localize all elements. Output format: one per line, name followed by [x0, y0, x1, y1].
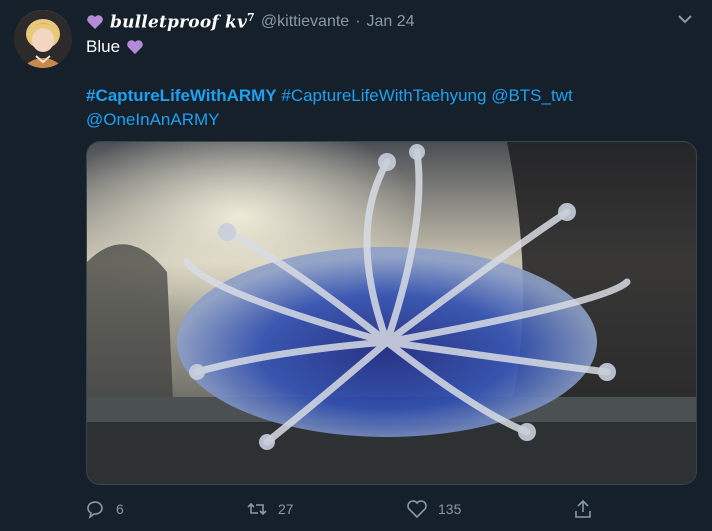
like-count: 135	[438, 501, 462, 517]
reply-icon	[87, 501, 103, 519]
separator-dot: ·	[355, 13, 361, 30]
heart-icon	[407, 500, 427, 519]
tweet-actions: 6 27 135	[84, 497, 604, 521]
chevron-down-icon[interactable]	[676, 12, 694, 26]
mention-link[interactable]: @OneInAnARMY	[86, 110, 219, 129]
display-name[interactable]: bulletproof kv7	[110, 11, 255, 33]
reply-count: 6	[116, 501, 124, 517]
tweet[interactable]: bulletproof kv7 @kittievante · Jan 24 Bl…	[0, 0, 712, 531]
share-button[interactable]	[572, 498, 594, 520]
user-handle[interactable]: @kittievante	[261, 13, 349, 31]
retweet-button[interactable]: 27	[246, 498, 294, 520]
retweet-count: 27	[278, 501, 294, 517]
retweet-icon	[247, 502, 267, 516]
mention-link[interactable]: @BTS_twt	[491, 86, 573, 105]
name-superscript: 7	[247, 11, 255, 25]
hashtag-link[interactable]: #CaptureLifeWithTaehyung	[281, 86, 486, 105]
tweet-date[interactable]: Jan 24	[367, 13, 415, 31]
like-button[interactable]: 135	[406, 498, 461, 520]
purple-heart-icon	[87, 15, 103, 29]
tweet-header: bulletproof kv7 @kittievante · Jan 24	[86, 10, 415, 34]
tweet-text: Blue	[86, 37, 144, 57]
share-icon	[575, 499, 591, 518]
tweet-text-body: Blue	[86, 37, 121, 56]
reply-button[interactable]: 6	[84, 498, 124, 520]
hashtag-block: #CaptureLifeWithARMY #CaptureLifeWithTae…	[86, 84, 686, 132]
tweet-photo[interactable]	[86, 141, 697, 485]
purple-heart-icon	[127, 40, 143, 54]
hashtag-link[interactable]: #CaptureLifeWithARMY	[86, 86, 277, 105]
avatar[interactable]	[14, 10, 72, 68]
